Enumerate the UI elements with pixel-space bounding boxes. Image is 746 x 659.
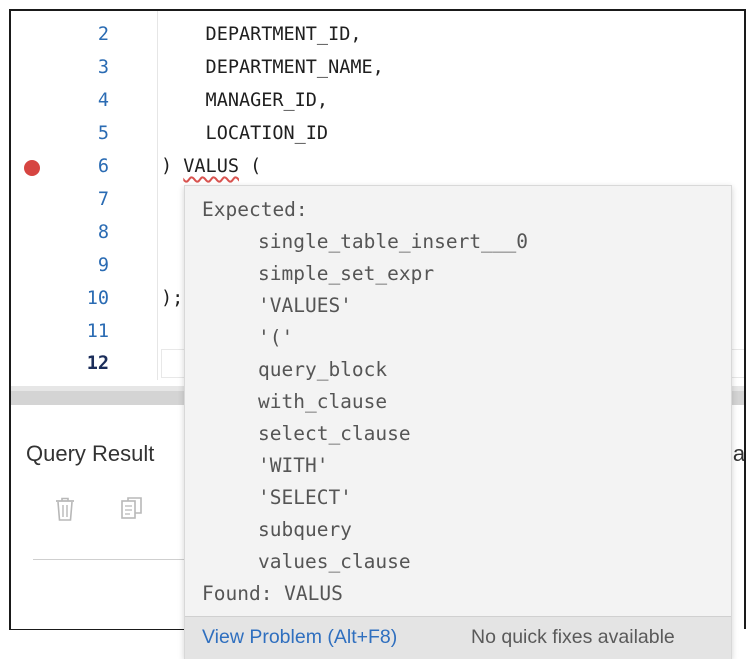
line-number: 7 (97, 189, 109, 210)
line-number: 4 (97, 90, 109, 111)
expected-item: query_block (258, 358, 388, 381)
syntax-error-token[interactable]: VALUS (183, 156, 239, 177)
query-result-tab[interactable]: Query Result (26, 441, 154, 467)
no-quick-fixes-text: No quick fixes available (471, 626, 675, 648)
code-text[interactable]: DEPARTMENT_NAME, (161, 51, 384, 84)
code-text[interactable]: ); (161, 282, 183, 315)
expected-item: single_table_insert___0 (258, 230, 529, 253)
breakpoint-icon[interactable] (24, 160, 40, 176)
expected-item: values_clause (258, 550, 411, 573)
copy-icon[interactable] (119, 495, 143, 523)
code-text[interactable]: ) VALUS ( (161, 150, 261, 183)
popup-footer: View Problem (Alt+F8) No quick fixes ava… (185, 616, 731, 659)
code-text[interactable]: MANAGER_ID, (161, 84, 329, 117)
expected-item: simple_set_expr (258, 262, 435, 285)
line-number: 10 (86, 288, 109, 309)
expected-item: 'WITH' (258, 454, 329, 477)
line-number: 9 (97, 255, 109, 276)
expected-item: select_clause (258, 422, 411, 445)
syntax-error-hover-popup: Expected: single_table_insert___0 simple… (184, 185, 732, 659)
line-number: 6 (97, 156, 109, 177)
code-line-error[interactable]: 6 ) VALUS ( (11, 150, 744, 183)
code-line[interactable]: 2 DEPARTMENT_ID, (11, 18, 744, 51)
view-problem-link[interactable]: View Problem (Alt+F8) (202, 626, 397, 649)
line-number: 2 (97, 24, 109, 45)
expected-item: with_clause (258, 390, 388, 413)
line-number: 8 (97, 222, 109, 243)
code-line[interactable]: 5 LOCATION_ID (11, 117, 744, 150)
line-number: 5 (97, 123, 109, 144)
code-suffix: ( (238, 156, 262, 177)
expected-item: subquery (258, 518, 352, 541)
frame-bottom-edge (9, 629, 184, 630)
code-prefix: ) (161, 156, 184, 177)
line-number: 3 (97, 57, 109, 78)
expected-item: 'VALUES' (258, 294, 352, 317)
code-text[interactable]: LOCATION_ID (161, 117, 329, 150)
line-number: 12 (86, 353, 109, 374)
code-line[interactable]: 3 DEPARTMENT_NAME, (11, 51, 744, 84)
line-number: 11 (86, 321, 109, 342)
found-label: Found: VALUS (202, 582, 343, 605)
trash-icon[interactable] (53, 495, 77, 523)
expected-item: 'SELECT' (258, 486, 352, 509)
code-text[interactable]: DEPARTMENT_ID, (161, 18, 362, 51)
expected-item: '(' (258, 326, 294, 349)
code-line[interactable]: 4 MANAGER_ID, (11, 84, 744, 117)
expected-label: Expected: (202, 198, 308, 221)
